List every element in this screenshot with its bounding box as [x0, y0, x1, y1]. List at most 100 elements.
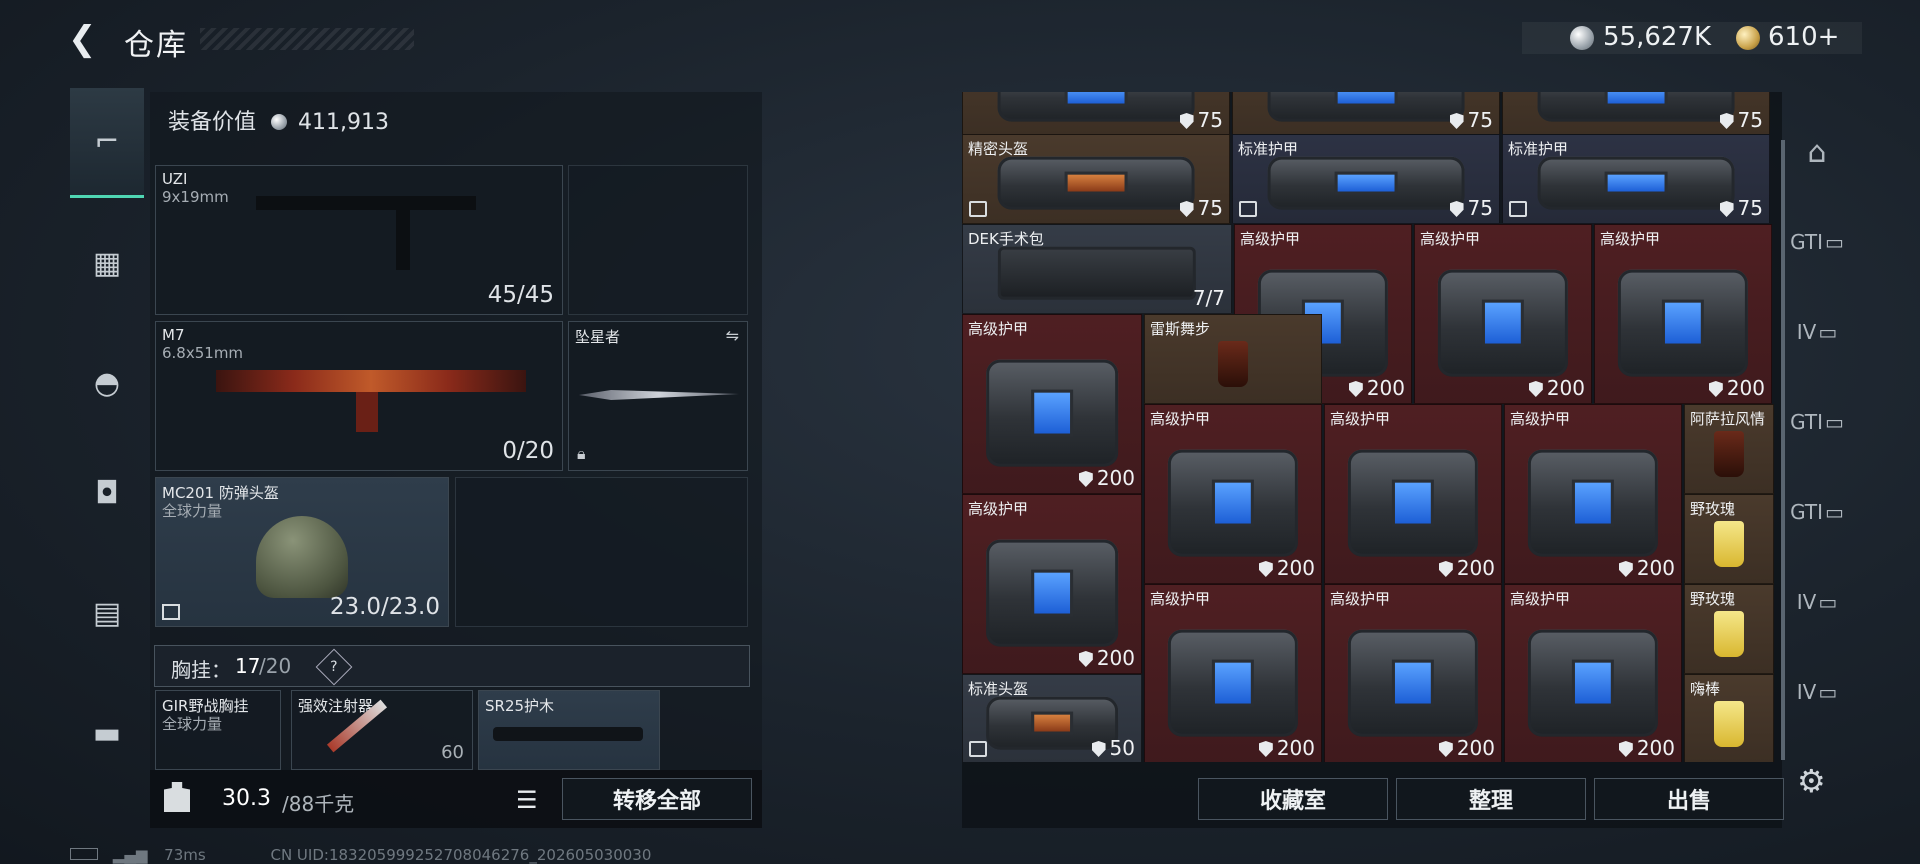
handguard-image	[493, 727, 643, 741]
item-name: 高级护甲	[1330, 590, 1391, 608]
tab-case-6[interactable]: IV ▭	[1787, 652, 1847, 732]
list-icon[interactable]: ☰	[516, 786, 538, 814]
case-icon: ▭	[1825, 410, 1844, 434]
grid-item[interactable]: 75	[1232, 92, 1500, 136]
shield-icon	[1179, 201, 1194, 217]
swap-icon[interactable]: ⇋	[726, 326, 739, 345]
slot-caliber: 9x19mm	[162, 188, 229, 206]
durability-value: 75	[1737, 196, 1763, 220]
grid-item[interactable]: 雷斯舞步	[1144, 314, 1322, 404]
slot-body-armor-empty[interactable]	[455, 477, 748, 627]
chest-item[interactable]: 强效注射器 60	[291, 690, 473, 770]
grid-item[interactable]: 75	[1502, 92, 1770, 136]
scrollbar[interactable]	[1781, 140, 1785, 760]
armor-image	[997, 92, 1195, 122]
grid-item[interactable]: 高级护甲 200	[1504, 404, 1682, 584]
sort-button[interactable]: 整理	[1396, 778, 1586, 820]
equipment-value-number: 411,913	[298, 110, 389, 135]
grid-item[interactable]: 高级护甲 200	[1414, 224, 1592, 404]
grid-item[interactable]: 野玫瑰	[1684, 584, 1774, 674]
tab-case-2[interactable]: IV ▭	[1787, 292, 1847, 372]
transfer-all-button[interactable]: 转移全部	[562, 778, 752, 820]
durability-value: 200	[1276, 736, 1315, 760]
grid-item[interactable]: 精密头盔 75	[962, 134, 1230, 224]
armor-panel	[1482, 299, 1524, 347]
grid-item[interactable]: 野玫瑰	[1684, 494, 1774, 584]
chest-label: 胸挂：	[171, 658, 231, 682]
grid-item[interactable]: 高级护甲 200	[1594, 224, 1772, 404]
shield-icon	[1719, 201, 1734, 217]
grid-item[interactable]: 高级护甲 200	[1324, 584, 1502, 762]
grid-item[interactable]: 标准护甲 75	[1502, 134, 1770, 224]
tab-home[interactable]: ⌂	[1787, 112, 1847, 192]
left-sidenav: ⌐ ▦ ◓ ◘ ▤ ▬	[70, 88, 144, 808]
tab-case-4[interactable]: GTI ▭	[1787, 472, 1847, 552]
slot-primary-weapon[interactable]: UZI 9x19mm 45/45	[155, 165, 563, 315]
grid-item[interactable]: 75	[962, 92, 1230, 136]
durability-value: 50	[1109, 736, 1135, 760]
grid-item[interactable]: DEK手术包 7/7	[962, 224, 1232, 314]
durability-value: 200	[1546, 376, 1585, 400]
m7-image	[216, 370, 526, 392]
tab-case-3[interactable]: GTI ▭	[1787, 382, 1847, 462]
equipment-value-label: 装备价值	[168, 110, 257, 135]
collection-room-button[interactable]: 收藏室	[1198, 778, 1388, 820]
title-decoration	[200, 28, 414, 50]
slot-rifle[interactable]: M7 6.8x51mm 0/20	[155, 321, 563, 471]
slot-secondary-empty[interactable]	[568, 165, 748, 315]
currency-gold[interactable]: 610+	[1768, 22, 1839, 52]
shield-icon	[1258, 561, 1273, 577]
gear-icon[interactable]: ⚙	[1797, 762, 1826, 800]
no-insure-icon	[162, 604, 180, 620]
grid-item[interactable]: 嗨棒	[1684, 674, 1774, 762]
item-count: 60	[441, 742, 464, 763]
medical-icon: ▤	[92, 595, 122, 631]
grid-item[interactable]: 高级护甲 200	[962, 314, 1142, 494]
tab-case-1[interactable]: GTI ▭	[1787, 202, 1847, 282]
case-icon: ▭	[1825, 500, 1844, 524]
grid-item[interactable]: 高级护甲 200	[1144, 404, 1322, 584]
grid-item[interactable]: 标准护甲 75	[1232, 134, 1500, 224]
m7-image-grip	[356, 392, 378, 432]
nav-weapons[interactable]: ⌐	[70, 88, 144, 198]
nav-backpack[interactable]: ◘	[70, 438, 144, 548]
nav-toolbox[interactable]: ▬	[70, 678, 144, 788]
grid-item[interactable]: 高级护甲 200	[1324, 404, 1502, 584]
case-label: GTI	[1790, 500, 1823, 524]
nav-medical[interactable]: ▤	[70, 558, 144, 668]
item-name: 高级护甲	[1510, 410, 1571, 428]
durability-value: 75	[1737, 108, 1763, 132]
chest-item[interactable]: GIR野战胸挂 全球力量	[155, 690, 281, 770]
durability-value: 200	[1096, 646, 1135, 670]
ping: 73ms	[164, 846, 206, 864]
grid-item[interactable]: 阿萨拉风情	[1684, 404, 1774, 494]
slot-helmet[interactable]: MC201 防弹头盔 全球力量 23.0/23.0	[155, 477, 449, 627]
slot-name: M7	[162, 326, 185, 344]
home-icon: ⌂	[1807, 134, 1827, 170]
durability: 200	[1078, 466, 1135, 490]
durability-value: 200	[1636, 556, 1675, 580]
shield-icon	[1719, 113, 1734, 129]
grid-item[interactable]: 高级护甲 200	[962, 494, 1142, 674]
chest-value: 17	[235, 654, 261, 678]
chest-item[interactable]: SR25护木	[478, 690, 660, 770]
durability-value: 7/7	[1192, 286, 1225, 310]
grid-item[interactable]: 高级护甲 200	[1144, 584, 1322, 762]
grid-item[interactable]: 高级护甲 200	[1504, 584, 1682, 762]
lock-icon: 🔒︎	[577, 444, 586, 463]
shield-icon	[1449, 201, 1464, 217]
sell-button[interactable]: 出售	[1594, 778, 1784, 820]
item-name: 高级护甲	[968, 500, 1029, 518]
durability: 200	[1258, 556, 1315, 580]
slot-melee[interactable]: 坠星者 ⇋ 🔒︎	[568, 321, 748, 471]
uzi-image-grip	[396, 210, 410, 270]
tab-case-5[interactable]: IV ▭	[1787, 562, 1847, 642]
item-name: 阿萨拉风情	[1690, 410, 1766, 428]
ammo-count: 45/45	[487, 282, 554, 308]
help-icon[interactable]: ?	[315, 648, 353, 686]
durability-value: 200	[1456, 736, 1495, 760]
nav-armor[interactable]: ▦	[70, 208, 144, 318]
grid-item[interactable]: 标准头盔 50	[962, 674, 1142, 762]
nav-helmet[interactable]: ◓	[70, 328, 144, 438]
back-button[interactable]: ❮	[68, 20, 102, 58]
